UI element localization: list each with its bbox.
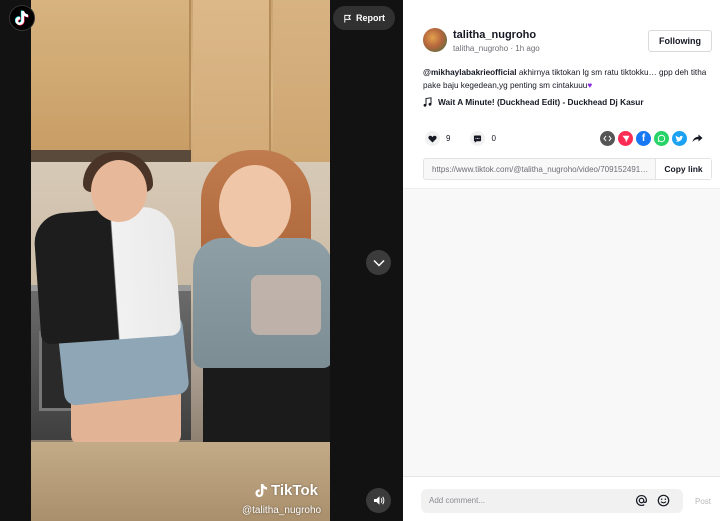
video-person-left [91, 160, 147, 222]
report-label: Report [356, 13, 385, 23]
watermark-brand: TikTok [271, 482, 318, 499]
facebook-icon[interactable]: f [636, 131, 651, 146]
emoji-icon[interactable] [657, 494, 670, 507]
video-person-right [219, 165, 291, 247]
video-player[interactable]: Report TikTok @talitha_nugroho [0, 0, 403, 521]
next-video-button[interactable] [366, 250, 391, 275]
share-icons-row: f [600, 131, 705, 146]
comment-bar: Add comment... Post [403, 476, 720, 521]
heart-icon [428, 135, 437, 143]
following-button[interactable]: Following [648, 30, 712, 52]
volume-icon [373, 496, 384, 505]
like-count: 9 [446, 134, 451, 143]
post-caption: @mikhaylabakrieofficial akhirnya tiktoka… [423, 66, 713, 92]
comment-icon [474, 134, 482, 143]
post-subline: talitha_nugroho · 1h ago [453, 44, 540, 53]
purple-heart-emoji-icon: ♥ [587, 81, 593, 90]
post-info-panel: talitha_nugroho talitha_nugroho · 1h ago… [403, 0, 720, 521]
watermark-username: @talitha_nugroho [242, 505, 322, 516]
comments-list[interactable] [403, 188, 720, 476]
post-comment-button[interactable]: Post [695, 497, 711, 506]
twitter-icon[interactable] [672, 131, 687, 146]
video-person-right [203, 360, 330, 450]
video-link-url[interactable]: https://www.tiktok.com/@talitha_nugroho/… [424, 159, 655, 179]
video-link-bar: https://www.tiktok.com/@talitha_nugroho/… [423, 158, 712, 180]
like-button[interactable] [425, 131, 440, 146]
post-username[interactable]: talitha_nugroho [453, 29, 536, 41]
mention-at-icon[interactable] [635, 494, 648, 507]
whatsapp-icon[interactable] [654, 131, 669, 146]
flag-icon [344, 14, 352, 23]
caption-mention-link[interactable]: @mikhaylabakrieofficial [423, 68, 517, 77]
music-link[interactable]: Wait A Minute! (Duckhead Edit) - Duckhea… [423, 97, 644, 107]
engagement-stats: 9 0 [425, 131, 496, 146]
music-title: Wait A Minute! (Duckhead Edit) - Duckhea… [438, 97, 644, 107]
report-button[interactable]: Report [333, 6, 395, 30]
comment-count: 0 [491, 134, 496, 143]
comment-button[interactable] [470, 131, 486, 146]
copy-link-button[interactable]: Copy link [655, 159, 711, 179]
tiktok-logo-icon[interactable] [9, 5, 35, 31]
video-person-left [32, 205, 182, 345]
tiktok-watermark: TikTok [255, 482, 318, 499]
avatar[interactable] [423, 28, 447, 52]
chevron-down-icon [372, 259, 385, 267]
video-scene-cabinet [31, 0, 191, 150]
volume-button[interactable] [366, 488, 391, 513]
video-frame[interactable] [31, 0, 330, 521]
video-person-right [251, 275, 321, 335]
embed-icon[interactable] [600, 131, 615, 146]
tiktok-note-icon [255, 484, 268, 497]
send-icon[interactable] [618, 131, 633, 146]
music-note-icon [423, 97, 432, 107]
share-arrow-icon[interactable] [690, 131, 705, 146]
